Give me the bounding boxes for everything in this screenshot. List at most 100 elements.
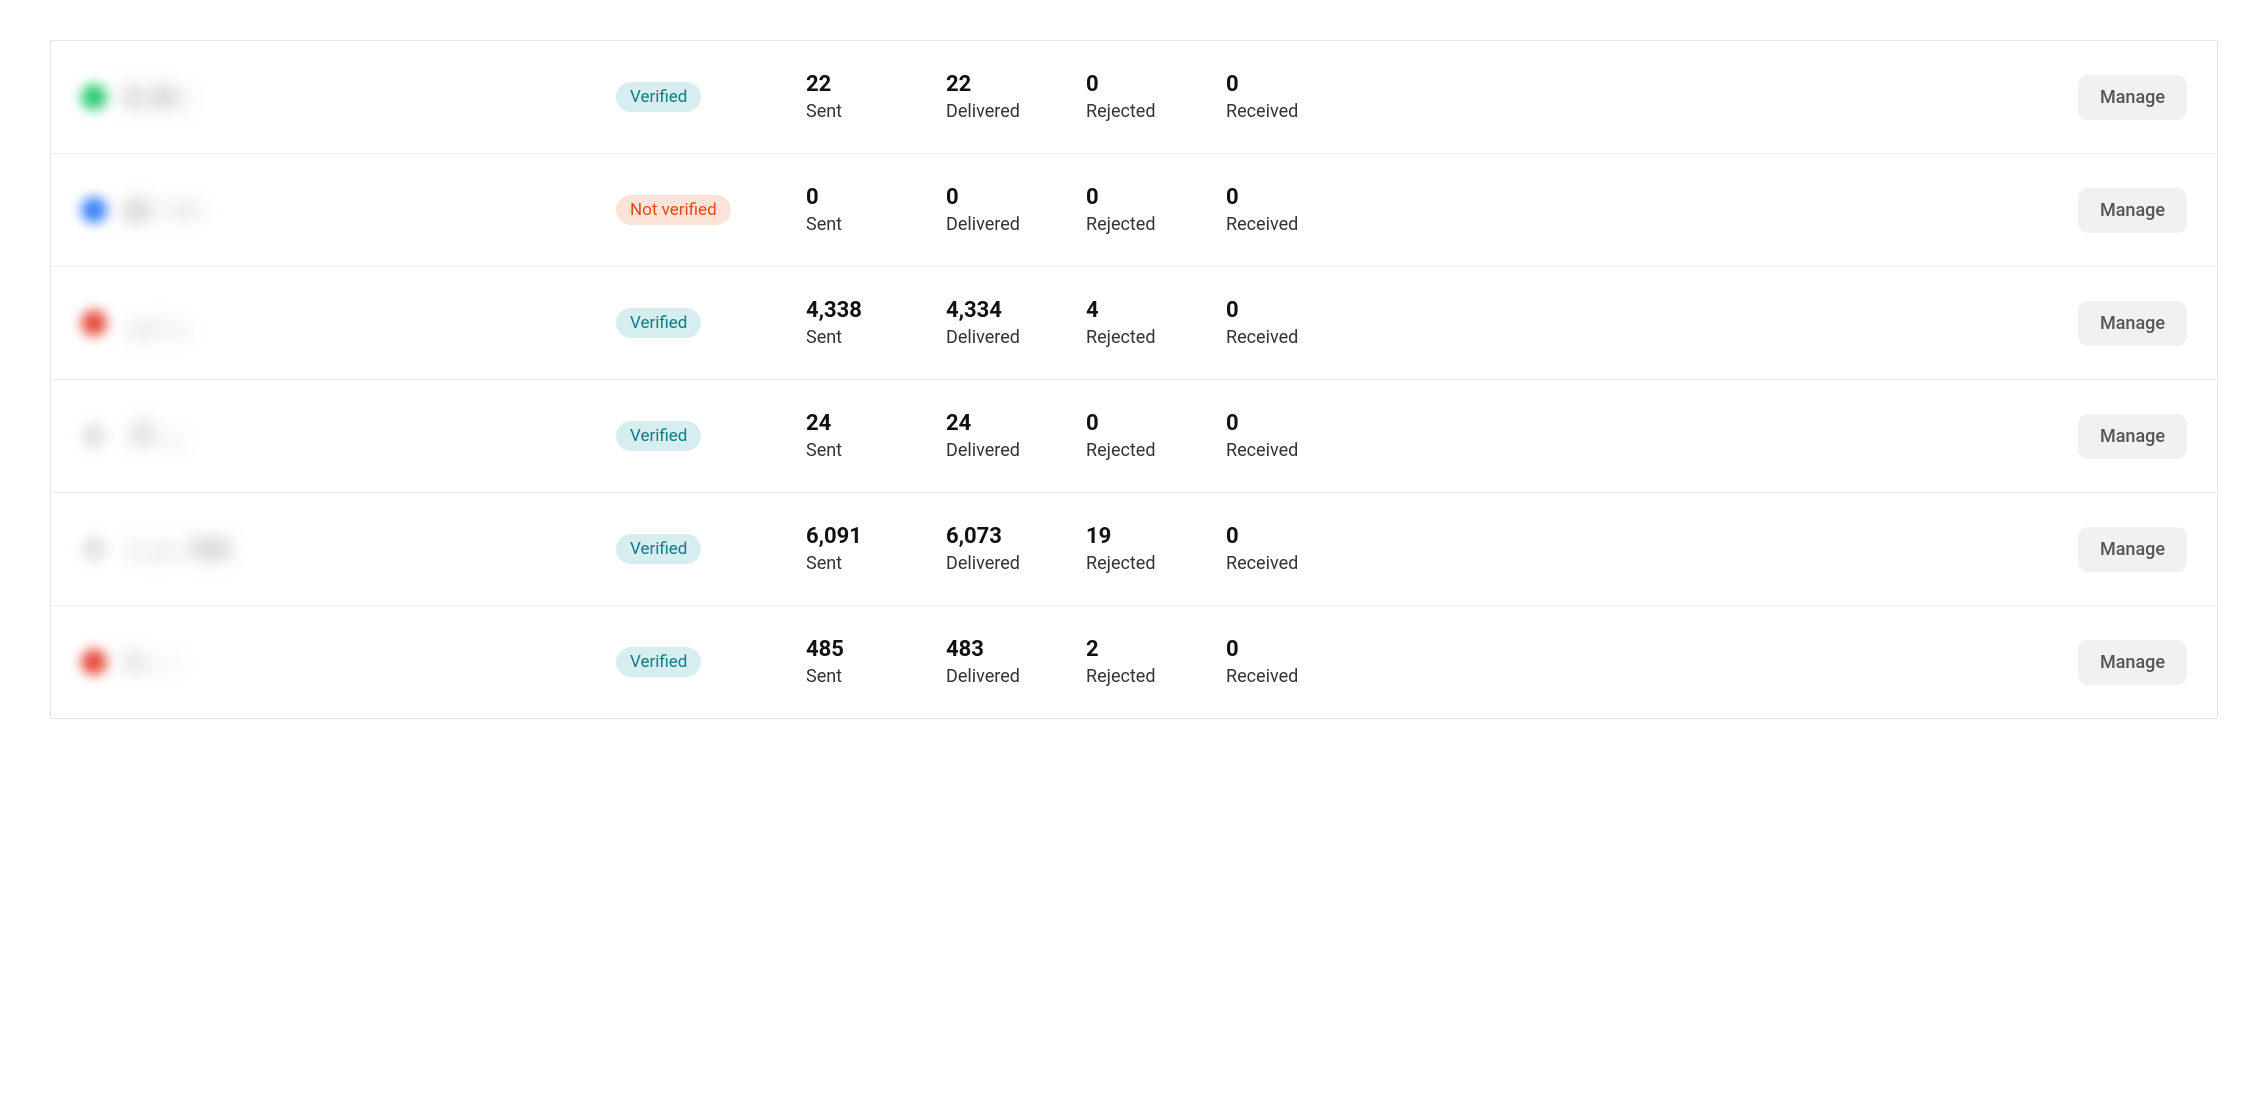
verified-badge: Verified bbox=[616, 421, 701, 451]
sent-value: 485 bbox=[806, 637, 946, 662]
domain-info-redacted: -T- ... bbox=[51, 380, 616, 492]
action-cell: Manage bbox=[1366, 188, 2217, 233]
status-cell: Verified bbox=[616, 647, 806, 677]
delivered-metric: 0 Delivered bbox=[946, 185, 1086, 235]
rejected-label: Rejected bbox=[1086, 666, 1226, 687]
received-value: 0 bbox=[1226, 524, 1366, 549]
delivered-metric: 483Delivered bbox=[946, 637, 1086, 687]
rejected-value: 4 bbox=[1086, 298, 1226, 323]
received-value: 0 bbox=[1226, 298, 1366, 323]
delivered-value: 0 bbox=[946, 185, 1086, 210]
domain-info-redacted: h. A~. bbox=[51, 41, 616, 153]
sent-label: Sent bbox=[806, 666, 946, 687]
domain-info-redacted: ~ _~ . h.h bbox=[51, 493, 616, 605]
received-value: 0 bbox=[1226, 185, 1366, 210]
redacted-text: ___- _ bbox=[127, 311, 186, 336]
delivered-label: Delivered bbox=[946, 214, 1086, 235]
received-value: 0 bbox=[1226, 72, 1366, 97]
not-verified-badge: Not verified bbox=[616, 195, 731, 225]
received-metric: 0 Received bbox=[1226, 298, 1366, 348]
delivered-value: 24 bbox=[946, 411, 1086, 436]
received-metric: 0Received bbox=[1226, 72, 1366, 122]
domain-info-redacted: i~ . - bbox=[51, 606, 616, 718]
received-label: Received bbox=[1226, 666, 1366, 687]
rejected-value: 19 bbox=[1086, 524, 1226, 549]
sent-label: Sent bbox=[806, 327, 946, 348]
table-row: aI - ~~Not verified0Sent0Delivered0Rejec… bbox=[51, 154, 2217, 267]
delivered-value: 483 bbox=[946, 637, 1086, 662]
sent-value: 4,338 bbox=[806, 298, 946, 323]
table-row: ___- _Verified4,338Sent4,334Delivered4Re… bbox=[51, 267, 2217, 380]
received-metric: 0Received bbox=[1226, 411, 1366, 461]
redacted-text: i~ . - bbox=[127, 650, 178, 675]
status-dot-icon bbox=[81, 197, 107, 223]
status-cell: Verified bbox=[616, 82, 806, 112]
table-row: ~ _~ . h.h Verified 6,091Sent6,073 Delivere… bbox=[51, 493, 2217, 606]
action-cell: Manage bbox=[1366, 527, 2217, 572]
rejected-metric: 2 Rejected bbox=[1086, 637, 1226, 687]
delivered-value: 6,073 bbox=[946, 524, 1086, 549]
received-metric: 0 Received bbox=[1226, 637, 1366, 687]
domain-list-panel: h. A~.Verified22Sent22Delivered0Rejected… bbox=[50, 40, 2218, 719]
redacted-text: aI - ~~ bbox=[127, 198, 200, 223]
rejected-metric: 19Rejected bbox=[1086, 524, 1226, 574]
delivered-metric: 24 Delivered bbox=[946, 411, 1086, 461]
rejected-value: 2 bbox=[1086, 637, 1226, 662]
sent-metric: 4,338 Sent bbox=[806, 298, 946, 348]
rejected-label: Rejected bbox=[1086, 101, 1226, 122]
sent-metric: 0Sent bbox=[806, 185, 946, 235]
status-dot-icon bbox=[81, 536, 107, 562]
received-label: Received bbox=[1226, 553, 1366, 574]
received-label: Received bbox=[1226, 327, 1366, 348]
redacted-text: h. A~. bbox=[127, 85, 192, 110]
table-row: i~ . - Verified 485 Sent483Delivered2 Reject… bbox=[51, 606, 2217, 718]
received-metric: 0 Received bbox=[1226, 524, 1366, 574]
sent-metric: 22 Sent bbox=[806, 72, 946, 122]
received-label: Received bbox=[1226, 214, 1366, 235]
table-row: h. A~.Verified22Sent22Delivered0Rejected… bbox=[51, 41, 2217, 154]
delivered-label: Delivered bbox=[946, 440, 1086, 461]
rejected-metric: 0Rejected bbox=[1086, 185, 1226, 235]
manage-button[interactable]: Manage bbox=[2078, 527, 2187, 572]
action-cell: Manage bbox=[1366, 75, 2217, 120]
sent-value: 24 bbox=[806, 411, 946, 436]
rejected-value: 0 bbox=[1086, 185, 1226, 210]
verified-badge: Verified bbox=[616, 308, 701, 338]
manage-button[interactable]: Manage bbox=[2078, 301, 2187, 346]
status-dot-icon bbox=[81, 310, 107, 336]
sent-label: Sent bbox=[806, 101, 946, 122]
status-cell: Not verified bbox=[616, 195, 806, 225]
received-value: 0 bbox=[1226, 411, 1366, 436]
rejected-metric: 4 Rejected bbox=[1086, 298, 1226, 348]
verified-badge: Verified bbox=[616, 82, 701, 112]
status-dot-icon bbox=[81, 649, 107, 675]
verified-badge: Verified bbox=[616, 534, 701, 564]
rejected-metric: 0 Rejected bbox=[1086, 72, 1226, 122]
manage-button[interactable]: Manage bbox=[2078, 75, 2187, 120]
manage-button[interactable]: Manage bbox=[2078, 640, 2187, 685]
redacted-text: ~ _~ . h.h bbox=[127, 537, 229, 562]
manage-button[interactable]: Manage bbox=[2078, 188, 2187, 233]
verified-badge: Verified bbox=[616, 647, 701, 677]
delivered-label: Delivered bbox=[946, 553, 1086, 574]
sent-metric: 6,091Sent bbox=[806, 524, 946, 574]
delivered-value: 22 bbox=[946, 72, 1086, 97]
delivered-metric: 22Delivered bbox=[946, 72, 1086, 122]
sent-label: Sent bbox=[806, 553, 946, 574]
status-dot-icon bbox=[81, 423, 107, 449]
sent-label: Sent bbox=[806, 440, 946, 461]
received-metric: 0 Received bbox=[1226, 185, 1366, 235]
manage-button[interactable]: Manage bbox=[2078, 414, 2187, 459]
rejected-label: Rejected bbox=[1086, 327, 1226, 348]
status-cell: Verified bbox=[616, 534, 806, 564]
action-cell: Manage bbox=[1366, 301, 2217, 346]
sent-value: 22 bbox=[806, 72, 946, 97]
action-cell: Manage bbox=[1366, 640, 2217, 685]
redacted-text: -T- ... bbox=[127, 424, 185, 449]
domain-info-redacted: aI - ~~ bbox=[51, 154, 616, 266]
received-value: 0 bbox=[1226, 637, 1366, 662]
rejected-value: 0 bbox=[1086, 72, 1226, 97]
status-dot-icon bbox=[81, 84, 107, 110]
status-cell: Verified bbox=[616, 308, 806, 338]
domain-info-redacted: ___- _ bbox=[51, 267, 616, 379]
